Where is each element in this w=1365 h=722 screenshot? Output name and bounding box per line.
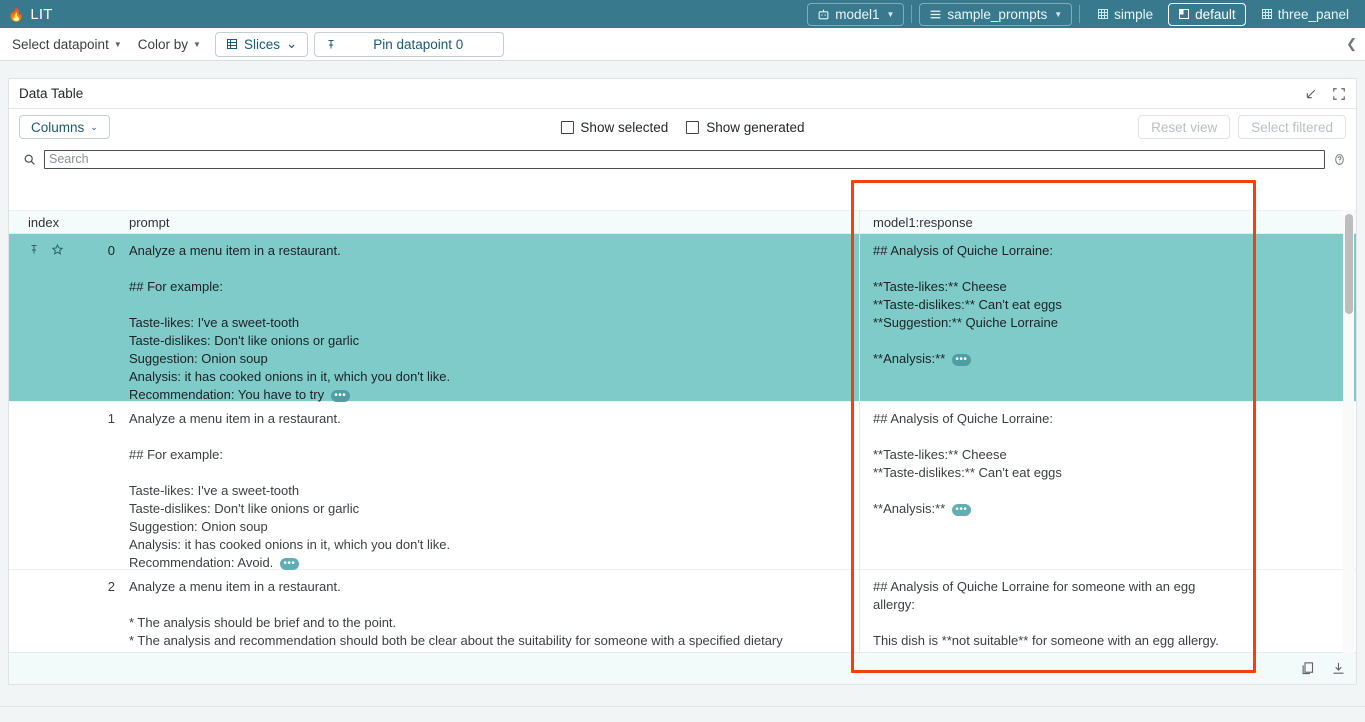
select-filtered-button[interactable]: Select filtered (1238, 115, 1346, 139)
layout-tab-three-panel[interactable]: three_panel (1251, 3, 1359, 26)
footer-actions (1300, 661, 1346, 676)
layout-tab-simple[interactable]: simple (1087, 3, 1163, 26)
row-prompt: Analyze a menu item in a restaurant. * T… (129, 570, 859, 654)
truncation-badge[interactable]: ••• (952, 504, 971, 516)
main-toolbar: Select datapoint ▼ Color by ▼ Slices ⌄ P… (0, 28, 1365, 61)
truncation-badge[interactable]: ••• (280, 558, 299, 570)
help-icon[interactable] (1333, 153, 1346, 166)
table-vertical-scrollbar[interactable] (1343, 210, 1354, 654)
reset-view-button[interactable]: Reset view (1138, 115, 1230, 139)
slices-icon (226, 38, 238, 50)
column-separator (859, 210, 860, 654)
select-datapoint-label: Select datapoint (12, 37, 109, 52)
toolbar-divider (1079, 5, 1080, 23)
table-row[interactable]: 0 Analyze a menu item in a restaurant. #… (9, 234, 1357, 402)
table-filter-checkboxes: Show selected Show generated (560, 120, 804, 135)
row-response: ## Analysis of Quiche Lorraine: **Taste-… (859, 402, 1249, 528)
table-row[interactable]: 2 Analyze a menu item in a restaurant. *… (9, 570, 1357, 654)
data-table-module: Data Table Columns ⌄ Show selected (8, 78, 1357, 685)
slices-label: Slices (244, 37, 280, 52)
layout-tab-default[interactable]: default (1168, 3, 1246, 26)
color-by-menu[interactable]: Color by ▼ (130, 31, 209, 57)
layout-tab-label: default (1195, 7, 1236, 22)
data-table: index prompt model1:response 0 Analyze a (9, 210, 1357, 654)
toolbar-divider (911, 5, 912, 23)
dataset-selector-chip[interactable]: sample_prompts ▼ (919, 3, 1072, 26)
chevron-down-icon: ▼ (193, 40, 201, 49)
table-controls-row: Columns ⌄ Show selected Show generated R… (9, 109, 1356, 145)
show-generated-checkbox[interactable]: Show generated (686, 120, 804, 135)
table-row[interactable]: 1 Analyze a menu item in a restaurant. #… (9, 402, 1357, 570)
model-selector-chip[interactable]: model1 ▼ (807, 3, 904, 26)
color-by-label: Color by (138, 37, 188, 52)
dataset-icon (929, 8, 942, 21)
slices-button[interactable]: Slices ⌄ (215, 32, 308, 57)
download-icon[interactable] (1331, 661, 1346, 676)
pin-icon (325, 38, 337, 51)
module-footer (9, 652, 1357, 684)
module-header-actions (1303, 79, 1346, 109)
dataset-selector-label: sample_prompts (947, 7, 1047, 22)
columns-label: Columns (31, 120, 84, 135)
page-title: Data Table (19, 86, 83, 101)
flame-icon: 🔥 (8, 8, 24, 21)
window-bottom-strip (0, 706, 1365, 722)
row-marker-icons (9, 570, 69, 579)
grid-icon (1261, 8, 1273, 20)
pin-icon[interactable] (28, 243, 40, 256)
row-marker-icons (9, 402, 69, 411)
app-bar-right-controls: model1 ▼ sample_prompts ▼ simple (807, 0, 1359, 28)
chevron-down-icon: ▼ (1054, 10, 1062, 19)
search-input[interactable] (44, 150, 1325, 169)
app-bar: 🔥 LIT model1 ▼ sample_prompts ▼ (0, 0, 1365, 28)
show-selected-checkbox[interactable]: Show selected (560, 120, 668, 135)
row-index: 2 (69, 570, 129, 606)
app-brand[interactable]: 🔥 LIT (8, 6, 53, 23)
column-header-prompt[interactable]: prompt (129, 215, 859, 230)
show-selected-label: Show selected (580, 120, 668, 135)
table-action-buttons: Reset view Select filtered (1138, 115, 1346, 139)
truncation-badge[interactable]: ••• (331, 390, 350, 402)
copy-icon[interactable] (1300, 661, 1315, 676)
minimize-icon[interactable] (1303, 87, 1318, 102)
grid-icon (1097, 8, 1109, 20)
app-title: LIT (30, 6, 52, 23)
checkbox-box (560, 121, 573, 134)
fullscreen-icon[interactable] (1332, 87, 1346, 101)
truncation-badge[interactable]: ••• (952, 354, 971, 366)
star-icon[interactable] (51, 243, 64, 256)
show-generated-label: Show generated (706, 120, 804, 135)
pin-datapoint-label: Pin datapoint 0 (343, 37, 493, 52)
model-selector-label: model1 (835, 7, 879, 22)
row-response: ## Analysis of Quiche Lorraine: **Taste-… (859, 234, 1249, 378)
search-row (9, 145, 1356, 173)
chevron-down-icon: ⌄ (90, 122, 98, 133)
checkbox-box (686, 121, 699, 134)
layout-tab-label: simple (1114, 7, 1153, 22)
row-marker-icons (9, 234, 69, 256)
row-prompt: Analyze a menu item in a restaurant. ## … (129, 234, 859, 414)
row-prompt: Analyze a menu item in a restaurant. ## … (129, 402, 859, 582)
scrollbar-thumb[interactable] (1345, 214, 1353, 314)
layout-tab-label: three_panel (1278, 7, 1349, 22)
search-icon (23, 153, 36, 166)
chevron-down-icon: ▼ (886, 10, 894, 19)
model-icon (817, 8, 830, 21)
row-index: 0 (69, 234, 129, 270)
panel-icon (1178, 8, 1190, 20)
row-response: ## Analysis of Quiche Lorraine for someo… (859, 570, 1249, 654)
row-index: 1 (69, 402, 129, 438)
column-header-index[interactable]: index (9, 215, 129, 230)
column-header-response[interactable]: model1:response (859, 215, 1249, 230)
pin-datapoint-button[interactable]: Pin datapoint 0 (314, 32, 504, 57)
columns-button[interactable]: Columns ⌄ (19, 115, 110, 139)
select-datapoint-menu[interactable]: Select datapoint ▼ (4, 31, 130, 57)
chevron-left-icon[interactable]: ❮ (1346, 36, 1357, 52)
chevron-down-icon: ⌄ (286, 36, 297, 52)
chevron-down-icon: ▼ (114, 40, 122, 49)
module-header: Data Table (9, 79, 1356, 109)
table-header-row: index prompt model1:response (9, 210, 1357, 234)
